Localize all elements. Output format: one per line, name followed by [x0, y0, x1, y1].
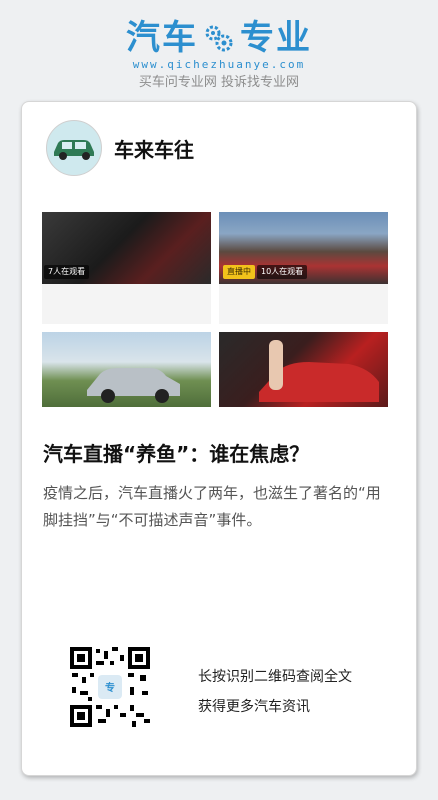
- author-name: 车来车往: [114, 137, 194, 162]
- qr-code-icon: 专: [70, 647, 150, 727]
- site-header: 汽车 专业 www.qichezhuanye.com 买车问专业网 投诉找专业网: [0, 18, 438, 91]
- author-block[interactable]: 车来车往: [46, 120, 194, 176]
- article-summary: 疫情之后，汽车直播火了两年，也滋生了著名的“用脚挂挡”与“不可描述声音”事件。: [43, 484, 381, 529]
- green-car-icon: [54, 140, 94, 160]
- brand-logo: 汽车 专业: [126, 18, 312, 58]
- qr-line-2: 获得更多汽车资讯: [198, 699, 310, 715]
- viewer-count: 7人在观看: [44, 265, 90, 279]
- site-slogan: 买车问专业网 投诉找专业网: [138, 75, 300, 90]
- car-image-icon: [87, 368, 180, 403]
- article-title[interactable]: 汽车直播“养鱼”：谁在焦虑？: [43, 438, 309, 467]
- viewer-count: 10人在观看: [257, 265, 308, 279]
- svg-text:专: 专: [105, 681, 115, 694]
- thumbnail-1-caption: [42, 284, 211, 324]
- gear-icon: [205, 25, 233, 52]
- qr-instructions: 长按识别二维码查阅全文 获得更多汽车资讯: [198, 662, 352, 722]
- avatar[interactable]: [46, 120, 102, 176]
- thumbnail-grid[interactable]: 7人在观看 直播中 10人在观看: [42, 212, 388, 407]
- live-badge: 直播中: [223, 265, 255, 279]
- site-url: www.qichezhuanye.com: [132, 58, 306, 71]
- qr-code[interactable]: 专: [70, 647, 150, 727]
- share-card: 车来车往 7人在观看 直播中 10人在观看 汽车直播“养鱼”：谁在焦虑？ 疫情之…: [21, 101, 417, 776]
- brand-left-text: 汽车: [126, 18, 198, 58]
- thumbnail-4[interactable]: [219, 332, 388, 407]
- thumbnail-1[interactable]: 7人在观看: [42, 212, 211, 284]
- car-image-icon: [259, 340, 379, 402]
- thumbnail-2[interactable]: 直播中 10人在观看: [219, 212, 388, 284]
- qr-line-1: 长按识别二维码查阅全文: [198, 669, 352, 685]
- brand-right-text: 专业: [240, 18, 312, 58]
- thumbnail-3[interactable]: [42, 332, 211, 407]
- thumbnail-2-caption: [219, 284, 388, 324]
